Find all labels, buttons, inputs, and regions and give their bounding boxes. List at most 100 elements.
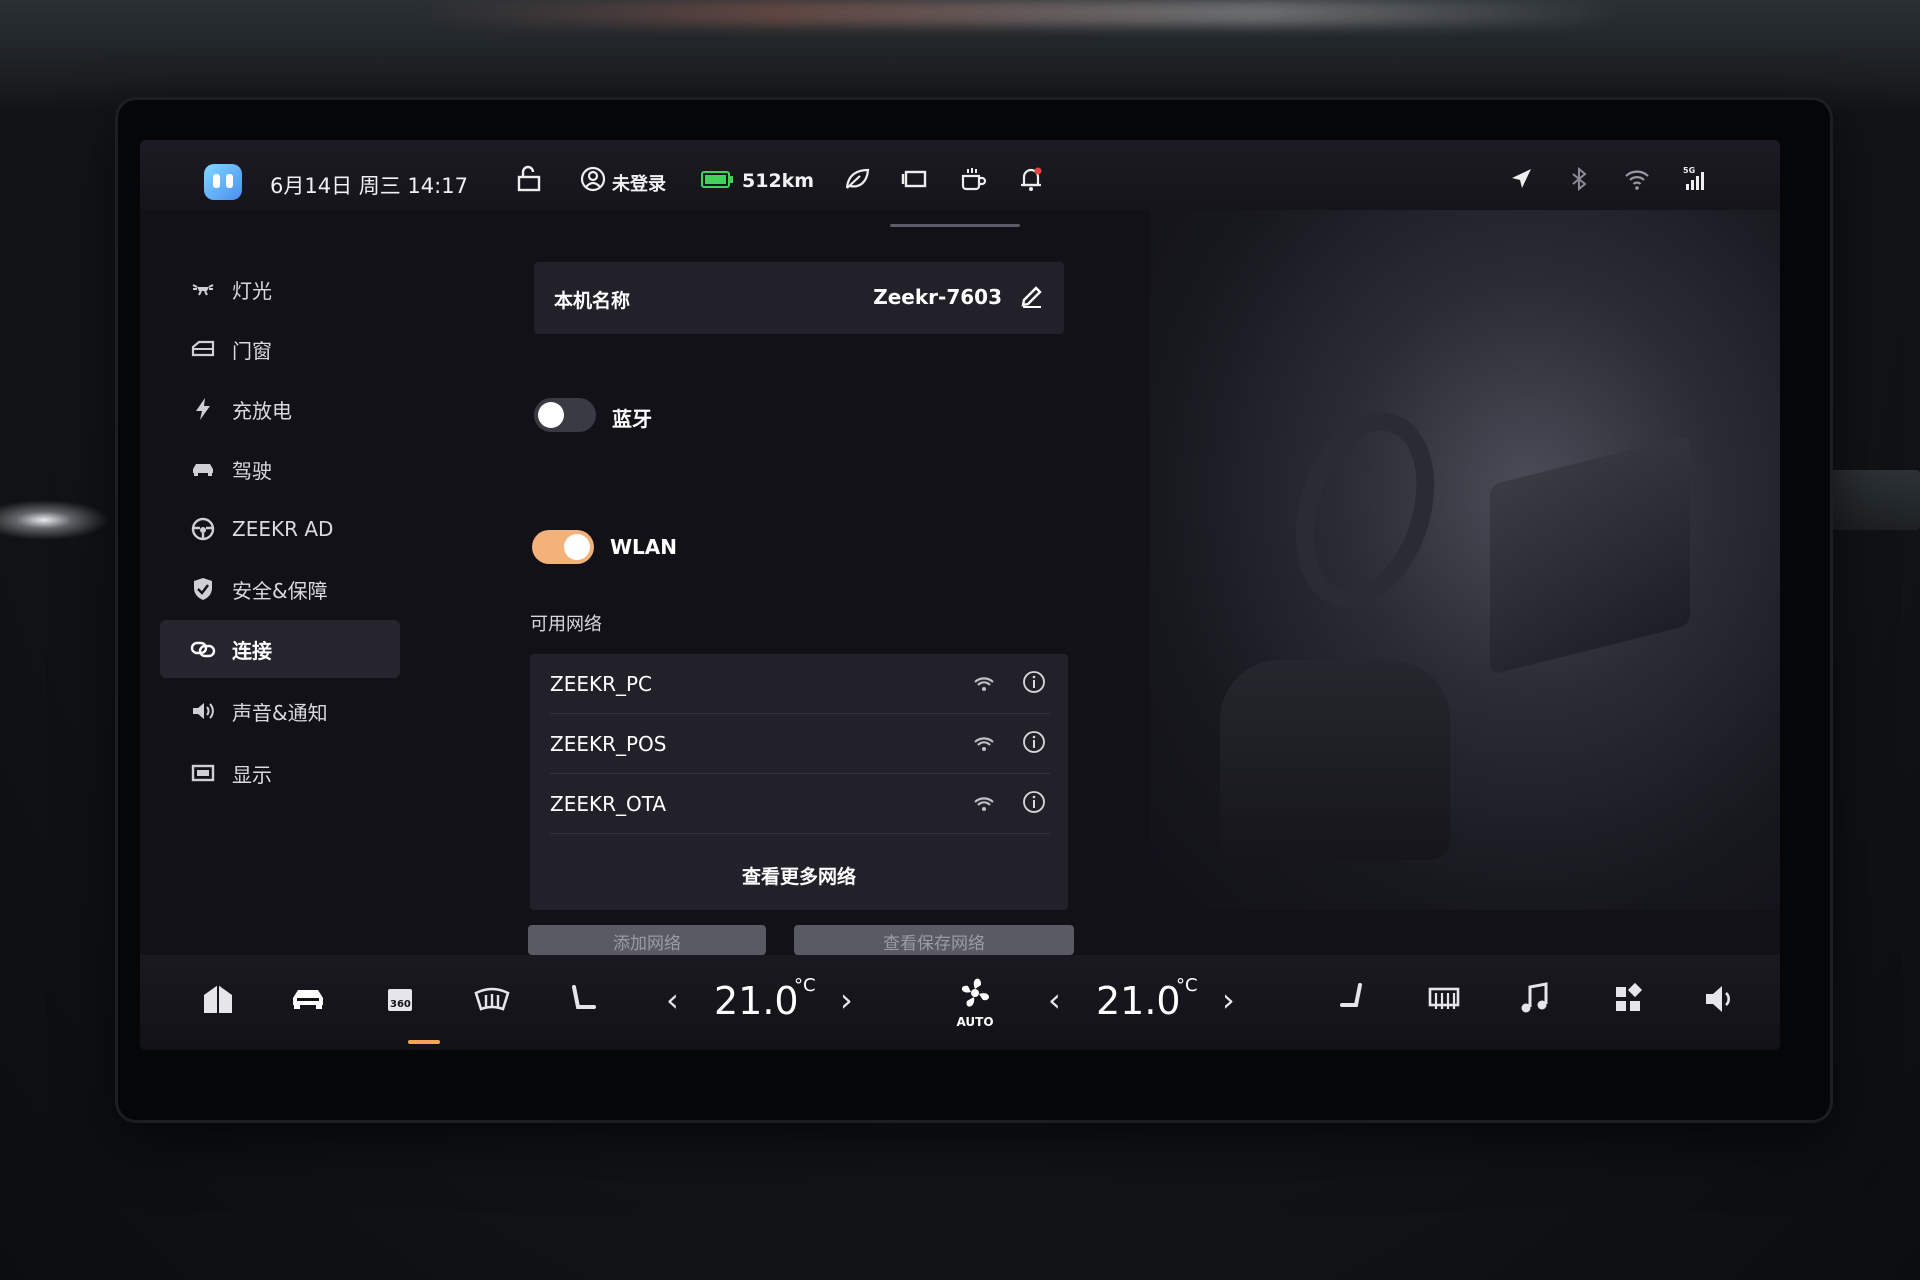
unlock-icon[interactable] [514, 164, 544, 194]
infotainment-screen: 6月14日 周三 14:17 未登录 512km 5G 灯光 门窗 充放电 驾驶… [140, 140, 1780, 1050]
status-bar: 6月14日 周三 14:17 未登录 512km 5G [140, 140, 1780, 210]
sidebar-item-label: 声音&通知 [232, 700, 328, 725]
render-seat [1220, 660, 1450, 860]
right-temp-decrease-button[interactable]: ‹ [1048, 981, 1061, 1019]
info-icon[interactable] [1020, 668, 1048, 696]
datetime: 6月14日 周三 14:17 [270, 174, 468, 198]
volume-icon[interactable] [1698, 977, 1742, 1021]
sidebar-item-sound[interactable]: 声音&通知 [160, 682, 400, 740]
car-settings-icon[interactable] [286, 977, 330, 1021]
camera-360-icon[interactable]: 360 [378, 977, 422, 1021]
sidebar-item-lights[interactable]: 灯光 [160, 260, 400, 318]
login-status[interactable]: 未登录 [612, 170, 666, 196]
headlight-icon [188, 274, 218, 304]
assistant-avatar-icon[interactable] [204, 164, 242, 200]
sidebar-item-label: ZEEKR AD [232, 517, 334, 541]
fan-auto-button[interactable]: AUTO [950, 973, 1000, 1033]
sidebar-item-label: 安全&保障 [232, 578, 328, 603]
toggle-knob [564, 534, 590, 560]
sidebar-item-zeekr-ad[interactable]: ZEEKR AD [160, 500, 400, 558]
seat-left-icon[interactable] [562, 977, 606, 1021]
device-name-value: Zeekr-7603 [873, 285, 1002, 309]
right-temp-increase-button[interactable]: › [1222, 981, 1235, 1019]
svg-text:360: 360 [390, 999, 411, 1010]
music-note-icon[interactable] [1514, 977, 1558, 1021]
device-name-card[interactable]: 本机名称 Zeekr-7603 [534, 262, 1064, 334]
shield-icon [188, 574, 218, 604]
wifi-status-icon [1622, 164, 1652, 194]
eco-leaf-icon[interactable] [842, 164, 872, 194]
info-icon[interactable] [1020, 728, 1048, 756]
device-name-label: 本机名称 [554, 290, 631, 312]
active-tab-indicator [408, 1040, 440, 1044]
network-ssid: ZEEKR_PC [550, 672, 653, 696]
left-temperature-unit: °C [794, 975, 816, 996]
link-icon [188, 634, 218, 664]
coffee-cup-icon[interactable] [958, 164, 988, 194]
lightning-icon [188, 394, 218, 424]
home-icon[interactable] [196, 977, 240, 1021]
wifi-locked-icon [970, 670, 998, 698]
bluetooth-label: 蓝牙 [612, 407, 652, 431]
sidebar-item-label: 显示 [232, 762, 272, 787]
car-icon [188, 454, 218, 484]
front-defrost-icon[interactable] [470, 977, 514, 1021]
fan-icon [961, 978, 989, 1007]
seat-right-icon[interactable] [1330, 977, 1374, 1021]
sidebar-item-display[interactable]: 显示 [160, 744, 400, 802]
notification-bell-icon[interactable] [1016, 164, 1046, 194]
view-saved-networks-button[interactable]: 查看保存网络 [794, 925, 1074, 955]
add-network-button[interactable]: 添加网络 [528, 925, 766, 955]
available-networks-title: 可用网络 [530, 614, 602, 635]
sidebar-item-label: 充放电 [232, 398, 292, 423]
display-icon [188, 758, 218, 788]
sidebar-item-doors[interactable]: 门窗 [160, 320, 400, 378]
speaker-icon [188, 696, 218, 726]
sidebar-item-label: 门窗 [232, 338, 272, 363]
right-vent [1820, 470, 1920, 530]
navigation-arrow-icon[interactable] [1506, 164, 1536, 194]
signal-5g-icon: 5G [1680, 164, 1710, 194]
right-temperature-unit: °C [1176, 975, 1198, 996]
network-row[interactable]: ZEEKR_POS [550, 714, 1050, 774]
door-window-icon [188, 334, 218, 364]
battery-icon [700, 164, 734, 194]
drag-handle[interactable] [890, 224, 1020, 227]
bottom-dock: 360 ‹ 21.0 °C › AUTO ‹ 21.0 °C › [140, 955, 1780, 1050]
user-icon[interactable] [578, 164, 608, 194]
svg-text:5G: 5G [1683, 166, 1695, 175]
sidebar-item-driving[interactable]: 驾驶 [160, 440, 400, 498]
edit-pencil-icon[interactable] [1018, 282, 1046, 310]
wifi-locked-icon [970, 790, 998, 818]
left-temp-increase-button[interactable]: › [840, 981, 853, 1019]
wlan-toggle[interactable] [532, 530, 594, 564]
screen-mirror-icon[interactable] [900, 164, 930, 194]
bluetooth-toggle[interactable] [534, 398, 596, 432]
network-list-panel: ZEEKR_PC ZEEKR_POS ZEEKR_OTA 查看更多网络 [530, 654, 1068, 910]
wlan-label: WLAN [610, 535, 678, 559]
network-row[interactable]: ZEEKR_OTA [550, 774, 1050, 834]
fan-mode-label: AUTO [956, 1015, 994, 1029]
apps-grid-icon[interactable] [1606, 977, 1650, 1021]
sidebar-item-security[interactable]: 安全&保障 [160, 560, 400, 618]
view-more-networks-button[interactable]: 查看更多网络 [530, 854, 1068, 900]
wifi-locked-icon [970, 730, 998, 758]
left-temperature: 21.0 [714, 979, 799, 1023]
rear-defrost-icon[interactable] [1422, 977, 1466, 1021]
network-row[interactable]: ZEEKR_PC [550, 654, 1050, 714]
info-icon[interactable] [1020, 788, 1048, 816]
sidebar-item-connection[interactable]: 连接 [160, 620, 400, 678]
dashboard-light-reflection [420, 0, 1620, 26]
left-vent-light [0, 500, 110, 540]
sidebar-item-charging[interactable]: 充放电 [160, 380, 400, 438]
network-ssid: ZEEKR_POS [550, 732, 667, 756]
sidebar-item-label: 连接 [232, 638, 272, 663]
range-value: 512km [742, 170, 815, 192]
left-temp-decrease-button[interactable]: ‹ [666, 981, 679, 1019]
sidebar-item-label: 驾驶 [232, 458, 272, 483]
sidebar-item-label: 灯光 [232, 278, 272, 303]
right-temperature: 21.0 [1096, 979, 1181, 1023]
network-ssid: ZEEKR_OTA [550, 792, 667, 816]
steering-wheel-icon [188, 514, 218, 544]
bluetooth-icon [1564, 164, 1594, 194]
